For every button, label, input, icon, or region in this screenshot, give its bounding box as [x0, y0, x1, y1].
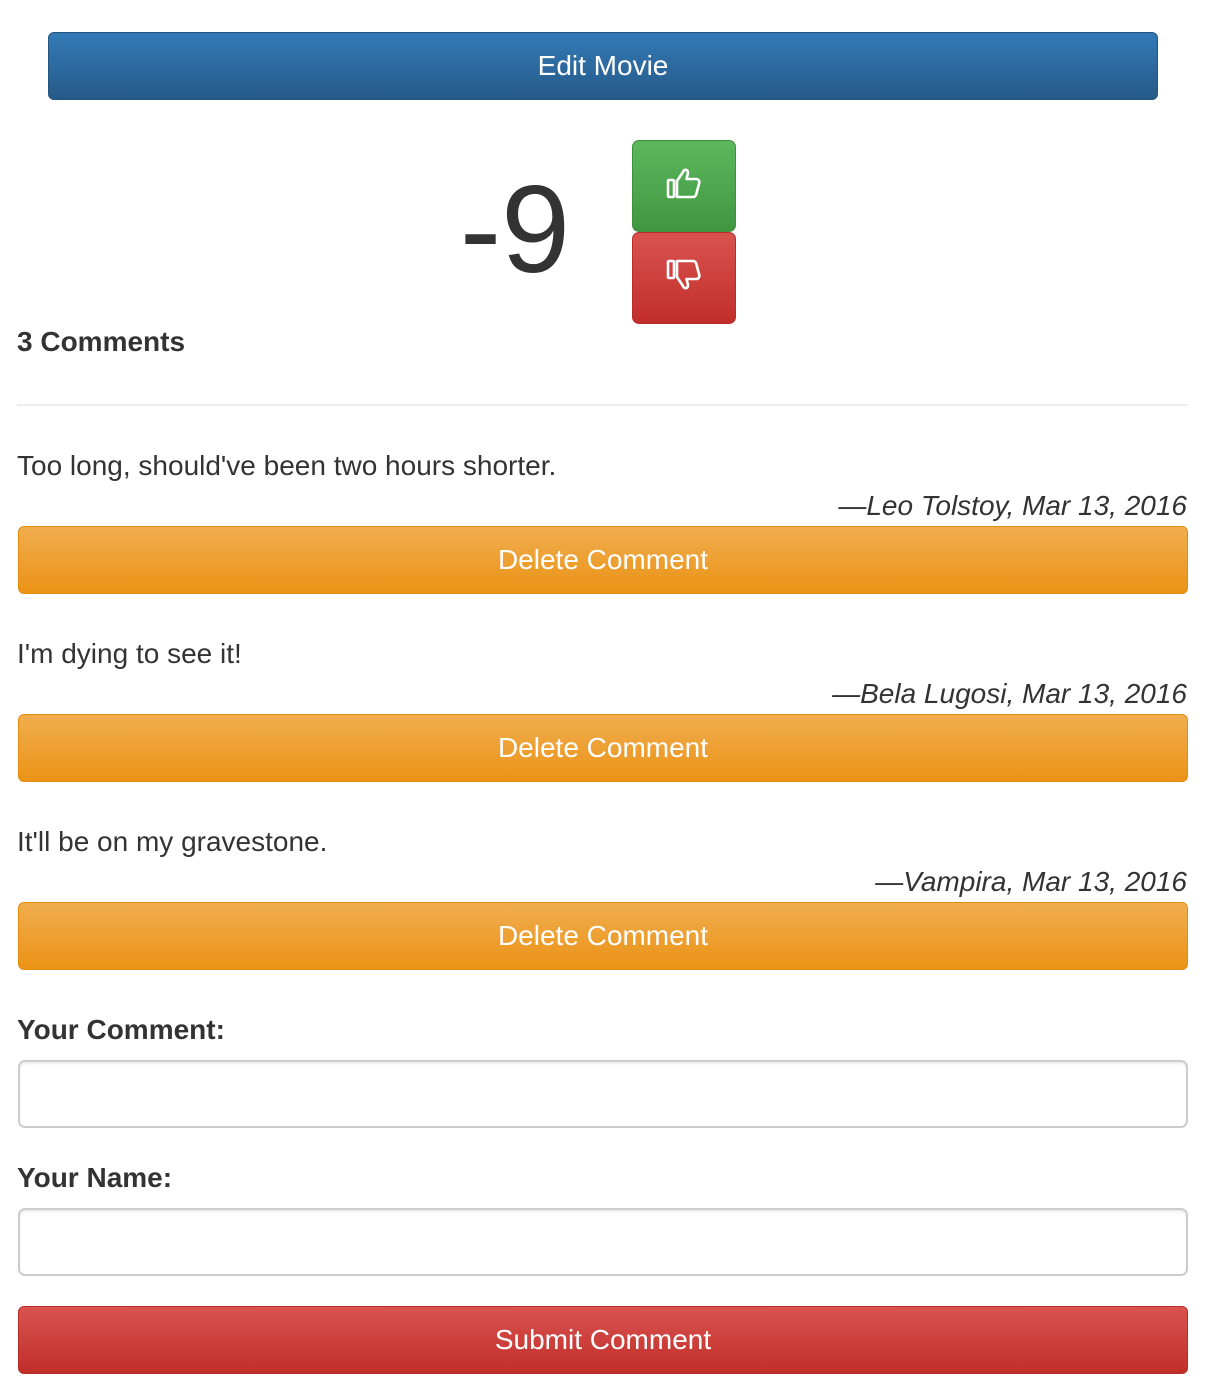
delete-comment-button[interactable]: Delete Comment	[18, 902, 1188, 970]
delete-comment-button[interactable]: Delete Comment	[18, 526, 1188, 594]
vote-score: -9	[459, 161, 571, 299]
edit-movie-button[interactable]: Edit Movie	[48, 32, 1158, 100]
edit-movie-label: Edit Movie	[537, 50, 669, 81]
comment-field-label: Your Comment:	[17, 1014, 225, 1045]
delete-comment-label: Delete Comment	[497, 732, 709, 763]
upvote-button[interactable]	[632, 140, 736, 232]
divider	[17, 404, 1188, 406]
movie-detail-page: Edit Movie -9 3 Comments Too long, shoul…	[0, 0, 1206, 1392]
delete-comment-label: Delete Comment	[497, 920, 709, 951]
thumbs-down-icon	[664, 255, 704, 302]
comment-text: It'll be on my gravestone.	[17, 826, 328, 857]
thumbs-up-icon	[664, 163, 704, 210]
comment-author-date: —Leo Tolstoy, Mar 13, 2016	[838, 490, 1187, 521]
delete-comment-label: Delete Comment	[497, 544, 709, 575]
comment-author-date: —Bela Lugosi, Mar 13, 2016	[832, 678, 1187, 709]
delete-comment-button[interactable]: Delete Comment	[18, 714, 1188, 782]
downvote-button[interactable]	[632, 232, 736, 324]
comment-text: I'm dying to see it!	[17, 638, 242, 669]
comment-text: Too long, should've been two hours short…	[17, 450, 557, 481]
name-field-label: Your Name:	[17, 1162, 173, 1193]
name-input[interactable]	[18, 1208, 1188, 1276]
submit-comment-button[interactable]: Submit Comment	[18, 1306, 1188, 1374]
comment-input[interactable]	[18, 1060, 1188, 1128]
submit-comment-label: Submit Comment	[494, 1324, 712, 1355]
comment-author-date: —Vampira, Mar 13, 2016	[875, 866, 1187, 897]
comments-count-heading: 3 Comments	[17, 326, 186, 357]
